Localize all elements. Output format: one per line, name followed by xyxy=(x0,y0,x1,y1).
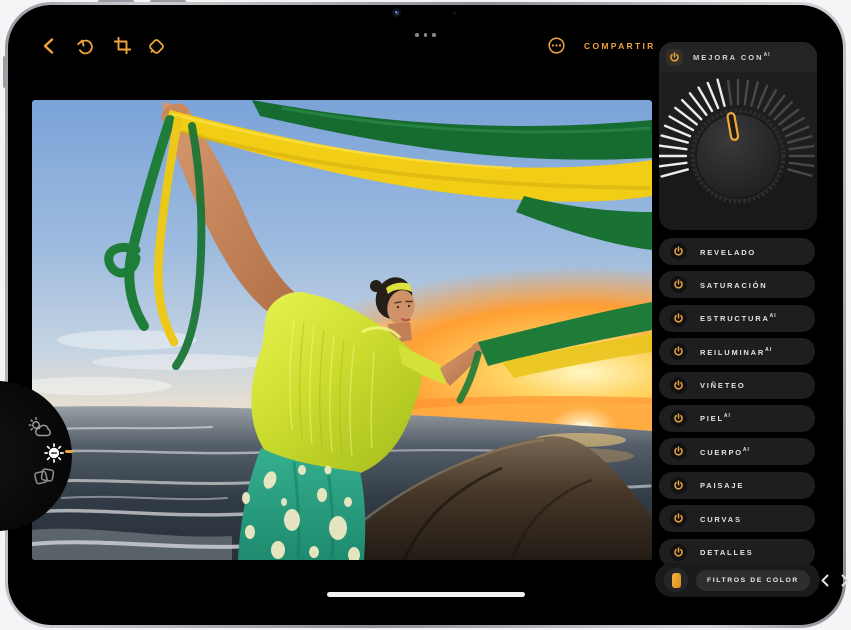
power-toggle[interactable] xyxy=(670,377,687,394)
adjustment-paisaje[interactable]: PAISAJE xyxy=(659,472,815,499)
color-filters-button[interactable]: FILTROS DE COLOR xyxy=(696,570,810,591)
power-toggle[interactable] xyxy=(670,310,687,327)
adjustment-revelado[interactable]: REVELADO xyxy=(659,238,815,265)
eraser-button[interactable] xyxy=(147,37,166,56)
adjustment-reiluminar[interactable]: REILUMINARAI xyxy=(659,338,815,365)
share-button[interactable]: COMPARTIR xyxy=(584,41,656,51)
sun-minus-icon xyxy=(44,443,64,463)
home-indicator[interactable] xyxy=(327,592,525,597)
adjustment-list: REVELADO SATURACIÓN ESTRUCTURAAI REILUMI… xyxy=(659,238,815,566)
power-toggle[interactable] xyxy=(670,544,687,561)
power-icon xyxy=(673,246,684,257)
power-toggle[interactable] xyxy=(666,49,683,66)
back-button[interactable] xyxy=(42,37,55,55)
undo-arrow-icon xyxy=(76,37,95,56)
filters-footer-bar: FILTROS DE COLOR xyxy=(655,563,820,597)
power-icon xyxy=(673,480,684,491)
adjustment-estructura[interactable]: ESTRUCTURAAI xyxy=(659,305,815,332)
dial-knob[interactable] xyxy=(688,106,788,211)
power-icon xyxy=(673,513,684,524)
power-icon xyxy=(673,313,684,324)
photo-scene xyxy=(32,100,652,560)
adjustment-vineteo[interactable]: VIÑETEO xyxy=(659,372,815,399)
retouch-tool-button[interactable] xyxy=(28,417,54,444)
power-icon xyxy=(673,413,684,424)
enhance-label: MEJORA CONAI xyxy=(693,52,771,62)
layers-icon xyxy=(33,466,56,487)
cloud-sun-icon xyxy=(28,417,54,439)
sensor-dot xyxy=(453,12,456,15)
adjustment-detalles[interactable]: DETALLES xyxy=(659,539,815,566)
power-toggle[interactable] xyxy=(670,477,687,494)
adjustment-curvas[interactable]: CURVAS xyxy=(659,505,815,532)
adjustment-piel[interactable]: PIELAI xyxy=(659,405,815,432)
power-icon xyxy=(673,547,684,558)
power-icon xyxy=(673,380,684,391)
power-icon xyxy=(673,446,684,457)
power-toggle[interactable] xyxy=(670,510,687,527)
more-button[interactable] xyxy=(548,37,565,54)
enhance-panel: MEJORA CONAI xyxy=(659,42,817,230)
crop-icon xyxy=(114,37,131,54)
ellipsis-circle-icon xyxy=(548,37,565,54)
eraser-icon xyxy=(147,37,166,56)
multitask-indicator-icon[interactable] xyxy=(415,33,436,37)
power-toggle[interactable] xyxy=(670,276,687,293)
chevron-left-icon xyxy=(820,574,830,587)
screenshot-stage: COMPARTIR xyxy=(0,0,851,630)
adjustment-saturacion[interactable]: SATURACIÓN xyxy=(659,271,815,298)
next-filter-button[interactable] xyxy=(840,574,850,587)
power-icon xyxy=(669,52,680,63)
front-camera xyxy=(392,8,401,17)
prev-filter-button[interactable] xyxy=(820,574,830,587)
photo-canvas[interactable] xyxy=(32,100,652,560)
undo-button[interactable] xyxy=(76,37,95,56)
power-toggle[interactable] xyxy=(670,410,687,427)
chevron-right-icon xyxy=(840,574,850,587)
crop-button[interactable] xyxy=(114,37,131,54)
selected-tool-marker xyxy=(65,450,73,453)
chevron-left-icon xyxy=(42,37,55,55)
adjust-tool-button[interactable] xyxy=(44,443,64,468)
power-icon xyxy=(673,346,684,357)
enhance-header[interactable]: MEJORA CONAI xyxy=(659,42,817,72)
power-icon xyxy=(673,279,684,290)
filters-tool-button[interactable] xyxy=(33,466,56,492)
power-toggle[interactable] xyxy=(670,343,687,360)
power-toggle[interactable] xyxy=(670,243,687,260)
power-toggle[interactable] xyxy=(670,443,687,460)
adjustment-cuerpo[interactable]: CUERPOAI xyxy=(659,438,815,465)
filter-card-icon[interactable] xyxy=(664,568,688,592)
